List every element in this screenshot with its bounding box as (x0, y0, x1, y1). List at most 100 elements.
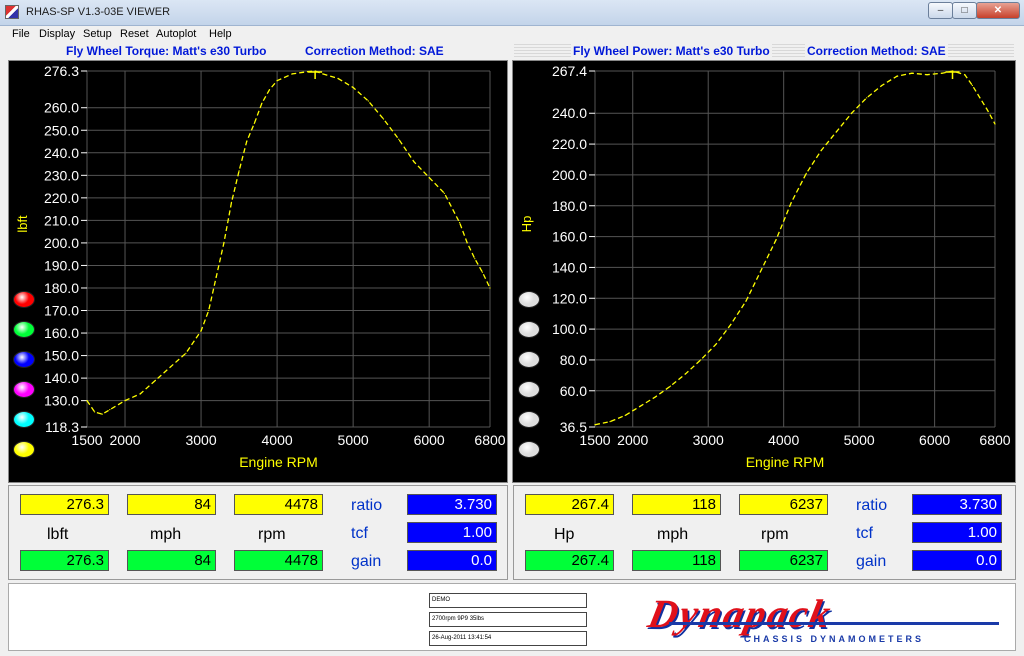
ratio-label: ratio (351, 497, 383, 514)
power-x-tick-label: 6800 (979, 432, 1010, 448)
power-y-tick-label: 120.0 (552, 290, 587, 306)
torque-y-tick-label: 220.0 (44, 190, 79, 206)
gain-field[interactable]: 0.0 (407, 550, 497, 571)
torque-data-point (337, 77, 339, 80)
torque-run-selector-dot[interactable] (13, 321, 35, 338)
power-run-selector-dot[interactable] (518, 441, 540, 458)
torque-data-point (230, 201, 233, 203)
power-unit-label: Hp (554, 526, 575, 543)
close-button[interactable]: ✕ (976, 2, 1020, 19)
power-data-point (700, 359, 702, 361)
menu-setup[interactable]: Setup (83, 28, 112, 40)
torque-run-selector-dot[interactable] (13, 381, 35, 398)
torque-x-tick-label: 4000 (262, 432, 293, 448)
torque-run-selector-dot[interactable] (13, 411, 35, 428)
power-run-selector-dot[interactable] (518, 381, 540, 398)
torque-x-axis-label: Engine RPM (239, 454, 318, 470)
torque-data-point (466, 242, 468, 244)
power-run-selector-dot[interactable] (518, 321, 540, 338)
power-data-point (745, 300, 747, 302)
power-data-point (866, 97, 868, 99)
power-data-point (805, 172, 807, 174)
info-field-date[interactable]: 26-Aug-2011 13:41:54 (429, 631, 587, 646)
menu-display[interactable]: Display (39, 28, 75, 40)
speed-unit-label: mph (657, 526, 689, 543)
tcf-field[interactable]: 1.00 (407, 522, 497, 543)
torque-run-selector-dot[interactable] (13, 351, 35, 368)
power-run-selector-dot[interactable] (518, 411, 540, 428)
info-field-setup[interactable]: 2700rpm 9P9 35lbs (429, 612, 587, 627)
power-chart: 1500 2000 3000 4000 5000 6000 6800 36.5 60.0 80.0… (512, 60, 1016, 483)
power-value-field: 267.4 (525, 494, 614, 515)
footer-panel: DEMO 2700rpm 9P9 35lbs 26-Aug-2011 13:41… (8, 583, 1016, 651)
torque-data-point (322, 73, 324, 75)
power-data-point (639, 405, 641, 407)
power-chart-svg: 1500 2000 3000 4000 5000 6000 680036.560.080.0… (519, 63, 1011, 470)
power-peak-field: 267.4 (525, 550, 614, 571)
dynapack-logo: Dynapack (644, 591, 837, 636)
ratio-field[interactable]: 3.730 (912, 494, 1002, 515)
torque-data-point (474, 258, 476, 260)
torque-peak-marker (308, 71, 323, 79)
torque-y-tick-label: 140.0 (44, 370, 79, 386)
torque-data-point (101, 413, 103, 415)
torque-data-point (428, 176, 430, 179)
torque-panel-header: Fly Wheel Torque: Matt's e30 Turbo Corre… (10, 44, 505, 59)
dynapack-logo-subtitle: CHASSIS DYNAMOMETERS (744, 634, 925, 644)
power-data-point (594, 424, 596, 426)
torque-data-point (124, 400, 126, 402)
speed-value-field: 84 (127, 494, 216, 515)
tcf-label: tcf (856, 525, 873, 542)
torque-chart: 1500 2000 3000 4000 5000 6000 6800 118.3 130.0 14… (8, 60, 508, 483)
torque-data-point (481, 271, 483, 273)
torque-data-point (306, 71, 309, 73)
power-x-tick-label: 4000 (768, 432, 799, 448)
speed-peak-field: 118 (632, 550, 721, 571)
torque-data-point (398, 138, 400, 140)
power-data-point (684, 373, 687, 375)
torque-data-point (94, 411, 96, 413)
power-data-point (896, 75, 898, 77)
torque-data-point (291, 73, 293, 75)
torque-data-point (139, 393, 141, 395)
gain-field[interactable]: 0.0 (912, 550, 1002, 571)
rpm-peak-field: 6237 (739, 550, 828, 571)
menu-help[interactable]: Help (209, 28, 232, 40)
torque-y-tick-label: 130.0 (44, 393, 79, 409)
torque-run-selector-dot[interactable] (13, 291, 35, 308)
gain-label: gain (351, 553, 382, 570)
torque-chart-svg: 1500 2000 3000 4000 5000 6000 6800118.3130.014… (15, 63, 506, 470)
power-run-selector-dot[interactable] (518, 351, 540, 368)
torque-x-tick-label: 5000 (338, 432, 369, 448)
torque-y-tick-label: 230.0 (44, 167, 79, 183)
power-chart-title: Fly Wheel Power: Matt's e30 Turbo (571, 44, 772, 58)
menu-autoplot[interactable]: Autoplot (156, 28, 196, 40)
power-data-point (835, 131, 838, 133)
power-data-point (941, 72, 943, 74)
tcf-field[interactable]: 1.00 (912, 522, 1002, 543)
power-y-tick-label: 240.0 (552, 105, 587, 121)
menu-file[interactable]: File (12, 28, 30, 40)
power-run-selector-dot[interactable] (518, 291, 540, 308)
tcf-label: tcf (351, 525, 368, 542)
torque-data-point (246, 140, 248, 143)
torque-x-tick-label: 6800 (474, 432, 505, 448)
minimize-button[interactable]: – (928, 2, 953, 19)
maximize-button[interactable]: □ (952, 2, 977, 19)
power-y-tick-label: 140.0 (552, 259, 587, 275)
rpm-value-field: 6237 (739, 494, 828, 515)
info-field-name[interactable]: DEMO (429, 593, 587, 608)
torque-data-point (208, 309, 210, 312)
ratio-label: ratio (856, 497, 888, 514)
torque-chart-title: Fly Wheel Torque: Matt's e30 Turbo (64, 44, 269, 58)
torque-x-tick-label: 6000 (414, 432, 445, 448)
power-x-tick-label: 3000 (693, 432, 724, 448)
power-correction-method: Correction Method: SAE (805, 44, 948, 58)
power-data-point (715, 343, 717, 346)
menu-reset[interactable]: Reset (120, 28, 149, 40)
torque-data-point (261, 102, 263, 104)
torque-y-tick-label: 250.0 (44, 122, 79, 138)
torque-run-selector-dot[interactable] (13, 441, 35, 458)
torque-x-tick-label: 2000 (109, 432, 140, 448)
ratio-field[interactable]: 3.730 (407, 494, 497, 515)
